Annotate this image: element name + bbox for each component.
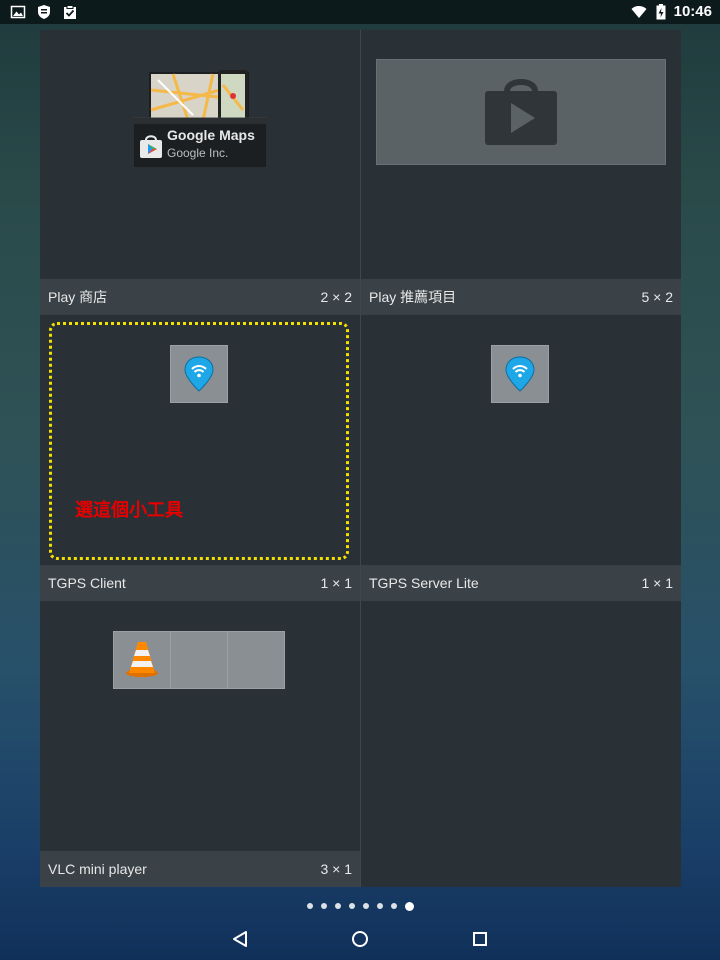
vlc-cell-1	[113, 631, 171, 689]
page-dot-active[interactable]	[404, 901, 414, 911]
status-bar: 10:46	[0, 0, 720, 24]
empty-cell	[361, 602, 681, 887]
play-store-widget-preview: Google Maps Google Inc.	[133, 70, 267, 168]
vlc-cell-3	[227, 631, 285, 689]
widget-label-bar: Play 推薦項目 5 × 2	[361, 279, 681, 315]
widget-name: VLC mini player	[48, 861, 147, 877]
widget-label-bar: VLC mini player 3 × 1	[40, 851, 360, 887]
preview-app-publisher: Google Inc.	[167, 146, 229, 160]
tgps-server-preview	[491, 345, 549, 403]
clipboard-check-icon	[64, 5, 76, 19]
page-dot[interactable]	[362, 903, 369, 909]
widget-size: 1 × 1	[320, 575, 352, 591]
back-icon	[233, 931, 247, 947]
status-clock: 10:46	[673, 3, 712, 20]
recents-button[interactable]	[465, 924, 495, 954]
vlc-cell-2	[170, 631, 228, 689]
widget-name: Play 商店	[48, 289, 108, 305]
widget-size: 2 × 2	[320, 289, 352, 305]
page-indicator	[0, 900, 720, 912]
widget-list[interactable]: Google Maps Google Inc. Play 商店 2 × 2 Pl…	[40, 30, 681, 887]
widget-label-bar: TGPS Server Lite 1 × 1	[361, 565, 681, 601]
widget-vlc-mini-player[interactable]: VLC mini player 3 × 1	[40, 602, 360, 887]
shield-icon	[38, 5, 50, 19]
home-icon	[352, 931, 368, 947]
widget-label-bar: Play 商店 2 × 2	[40, 279, 360, 315]
image-icon	[10, 5, 26, 19]
widget-name: Play 推薦項目	[369, 289, 457, 305]
widget-size: 1 × 1	[641, 575, 673, 591]
widget-play-recommendations[interactable]: Play 推薦項目 5 × 2	[361, 30, 681, 315]
page-dot[interactable]	[320, 903, 327, 909]
vlc-preview	[113, 631, 285, 689]
page-dot[interactable]	[390, 903, 397, 909]
play-store-bag-icon	[140, 135, 162, 158]
widget-label-bar: TGPS Client 1 × 1	[40, 565, 360, 601]
preview-app-title: Google Maps	[167, 127, 255, 143]
page-dot[interactable]	[334, 903, 341, 909]
play-bag-icon	[485, 79, 557, 145]
widget-name: TGPS Client	[48, 575, 126, 591]
widget-size: 3 × 1	[320, 861, 352, 877]
recents-icon	[473, 932, 487, 946]
page-dot[interactable]	[376, 903, 383, 909]
annotation-text: 選這個小工具	[75, 500, 183, 520]
location-wifi-pin-icon	[505, 356, 535, 392]
battery-icon	[656, 3, 666, 19]
page-dot[interactable]	[306, 903, 313, 909]
widget-tgps-client[interactable]: 選這個小工具 TGPS Client 1 × 1	[40, 316, 360, 601]
vlc-cone-icon	[126, 642, 158, 677]
navigation-bar	[0, 918, 720, 960]
page-dot[interactable]	[348, 903, 355, 909]
widget-name: TGPS Server Lite	[369, 575, 479, 591]
widget-play-store[interactable]: Google Maps Google Inc. Play 商店 2 × 2	[40, 30, 360, 315]
widget-tgps-server-lite[interactable]: TGPS Server Lite 1 × 1	[361, 316, 681, 601]
selection-highlight-frame	[49, 322, 349, 560]
back-button[interactable]	[225, 924, 255, 954]
home-button[interactable]	[345, 924, 375, 954]
widget-size: 5 × 2	[641, 289, 673, 305]
wifi-icon	[631, 5, 647, 18]
recommendations-preview	[376, 59, 666, 165]
